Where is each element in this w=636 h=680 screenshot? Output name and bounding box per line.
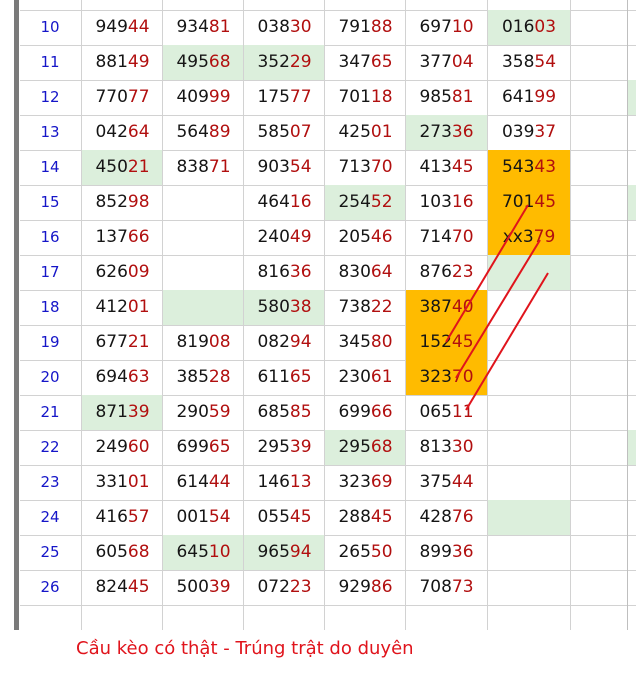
annotation-overlay xyxy=(445,204,549,411)
caption-text: Cầu kèo có thật - Trúng trật do duyên xyxy=(76,638,414,659)
lottery-results-sheet: 8106218625214239732355560540999949449348… xyxy=(0,0,636,630)
annotation-line xyxy=(445,204,529,343)
